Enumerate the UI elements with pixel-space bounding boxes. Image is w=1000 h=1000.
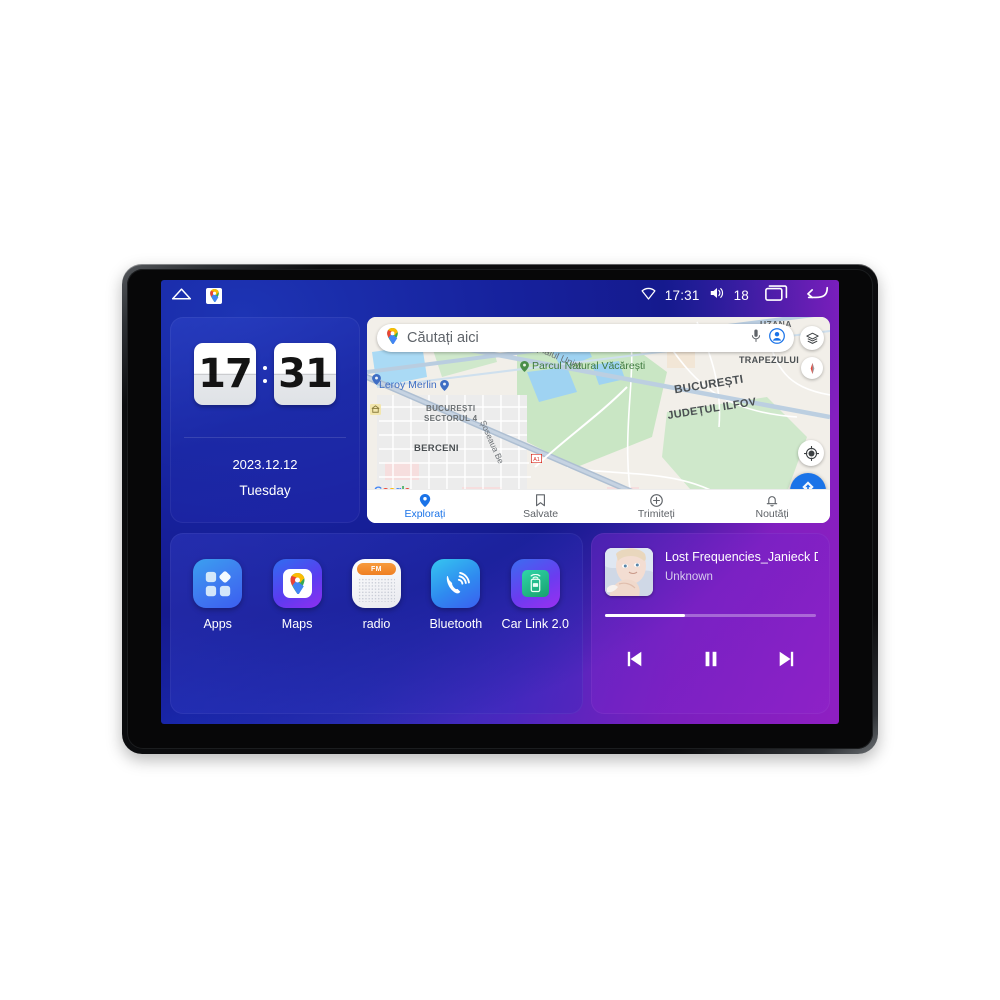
account-avatar-icon[interactable] <box>769 327 785 349</box>
map-poi-parcul-natural[interactable]: Parcul Natural Văcărești <box>520 360 645 372</box>
car-link-icon <box>510 559 560 608</box>
wifi-icon <box>641 286 656 305</box>
app-icon-car-link[interactable]: Car Link 2.0 <box>500 559 570 631</box>
clock-hours: 17 <box>194 343 256 405</box>
my-location-icon[interactable] <box>798 440 824 466</box>
microphone-icon[interactable] <box>751 328 761 348</box>
track-title: Lost Frequencies_Janieck Devy-... <box>665 550 818 564</box>
map-tab-label: Explorați <box>404 507 446 520</box>
app-label: Maps <box>281 617 313 631</box>
clock-widget[interactable]: 17 31 2023.12.12 Tuesday <box>170 317 360 523</box>
map-route-shield: A1 <box>530 450 543 468</box>
fm-radio-icon: FM <box>351 559 401 608</box>
app-dock: Apps Maps FM radio Bluetooth Car Link 2.… <box>170 533 583 714</box>
status-bar: 17:31 18 <box>161 280 839 311</box>
clock-minutes: 31 <box>274 343 336 405</box>
progress-bar[interactable] <box>605 614 816 617</box>
svg-text:A1: A1 <box>533 457 540 463</box>
clock-weekday: Tuesday <box>239 483 291 498</box>
map-label-leroy: Leroy Merlin <box>379 379 437 391</box>
map-tab-salvate[interactable]: Salvate <box>483 493 599 520</box>
map-search-bar[interactable]: Căutați aici <box>377 324 794 352</box>
app-label: radio <box>362 617 391 631</box>
back-icon[interactable] <box>806 285 829 306</box>
location-pin-icon <box>419 493 431 507</box>
apps-grid-icon <box>193 559 243 608</box>
map-label-parcul: Parcul Natural Văcărești <box>532 360 646 372</box>
app-icon-apps[interactable]: Apps <box>183 559 253 631</box>
app-label: Car Link 2.0 <box>501 617 569 631</box>
progress-fill <box>605 614 686 617</box>
head-unit-screen: 17:31 18 17 31 2023.12.12 Tuesday TRAPEZ… <box>161 280 839 724</box>
home-icon[interactable] <box>171 287 192 305</box>
map-tab-label: Salvate <box>523 507 559 520</box>
map-layers-icon[interactable] <box>800 326 824 350</box>
status-bar-left <box>171 287 222 305</box>
google-maps-notification-icon[interactable] <box>206 287 222 304</box>
compass-icon[interactable] <box>801 357 823 379</box>
music-meta: Lost Frequencies_Janieck Devy-... Unknow… <box>665 548 818 583</box>
status-bar-right: 17:31 18 <box>641 285 829 306</box>
volume-level: 18 <box>733 288 749 303</box>
bookmark-icon <box>536 493 546 506</box>
flip-clock: 17 31 <box>170 343 360 405</box>
map-tab-label: Trimiteți <box>637 507 675 520</box>
clock-date: 2023.12.12 <box>232 457 298 472</box>
recents-icon[interactable] <box>765 285 788 306</box>
google-maps-icon <box>272 559 322 608</box>
map-bottom-nav: Explorați Salvate Trimiteți Noutăți <box>367 489 830 523</box>
track-artist: Unknown <box>665 571 713 583</box>
plus-circle-icon <box>650 493 663 507</box>
volume-icon[interactable] <box>709 286 725 305</box>
map-tab-trimiteti[interactable]: Trimiteți <box>599 493 715 520</box>
map-tab-label: Noutăți <box>755 507 789 520</box>
music-controls <box>605 643 816 675</box>
map-poi-leroy-merlin[interactable]: Leroy Merlin <box>379 379 449 391</box>
next-track-icon[interactable] <box>768 643 804 675</box>
clock-colon <box>260 365 270 383</box>
screenshot-root: 17:31 18 17 31 2023.12.12 Tuesday TRAPEZ… <box>0 0 1000 1000</box>
music-player-widget[interactable]: Lost Frequencies_Janieck Devy-... Unknow… <box>591 533 830 714</box>
map-poi-small-pin[interactable] <box>372 372 381 390</box>
bell-icon <box>766 495 778 507</box>
previous-track-icon[interactable] <box>617 643 653 675</box>
google-maps-pin-icon <box>386 327 399 349</box>
bluetooth-phone-icon <box>431 559 481 608</box>
fm-badge-label: FM <box>371 565 382 573</box>
fm-badge: FM <box>356 563 396 575</box>
music-header: Lost Frequencies_Janieck Devy-... Unknow… <box>605 548 818 596</box>
app-icon-radio[interactable]: FM radio <box>341 559 411 631</box>
radio-grille <box>357 578 395 602</box>
map-tab-noutati[interactable]: Noutăți <box>714 494 830 520</box>
map-widget[interactable]: UZANA TRAPEZULUI Splaiul Unirii Parcul N… <box>367 317 830 523</box>
album-art <box>605 548 653 596</box>
car-head-unit-device: 17:31 18 17 31 2023.12.12 Tuesday TRAPEZ… <box>122 264 878 754</box>
app-label: Apps <box>203 617 232 631</box>
app-icon-maps[interactable]: Maps <box>262 559 332 631</box>
play-pause-icon[interactable] <box>693 643 729 675</box>
clock-divider <box>184 437 346 438</box>
map-poi-shop-icon[interactable] <box>370 402 381 420</box>
status-time: 17:31 <box>664 288 700 303</box>
map-tab-explorati[interactable]: Explorați <box>367 493 483 520</box>
app-icon-bluetooth[interactable]: Bluetooth <box>421 559 491 631</box>
search-input[interactable]: Căutați aici <box>407 330 743 346</box>
app-label: Bluetooth <box>429 617 483 631</box>
